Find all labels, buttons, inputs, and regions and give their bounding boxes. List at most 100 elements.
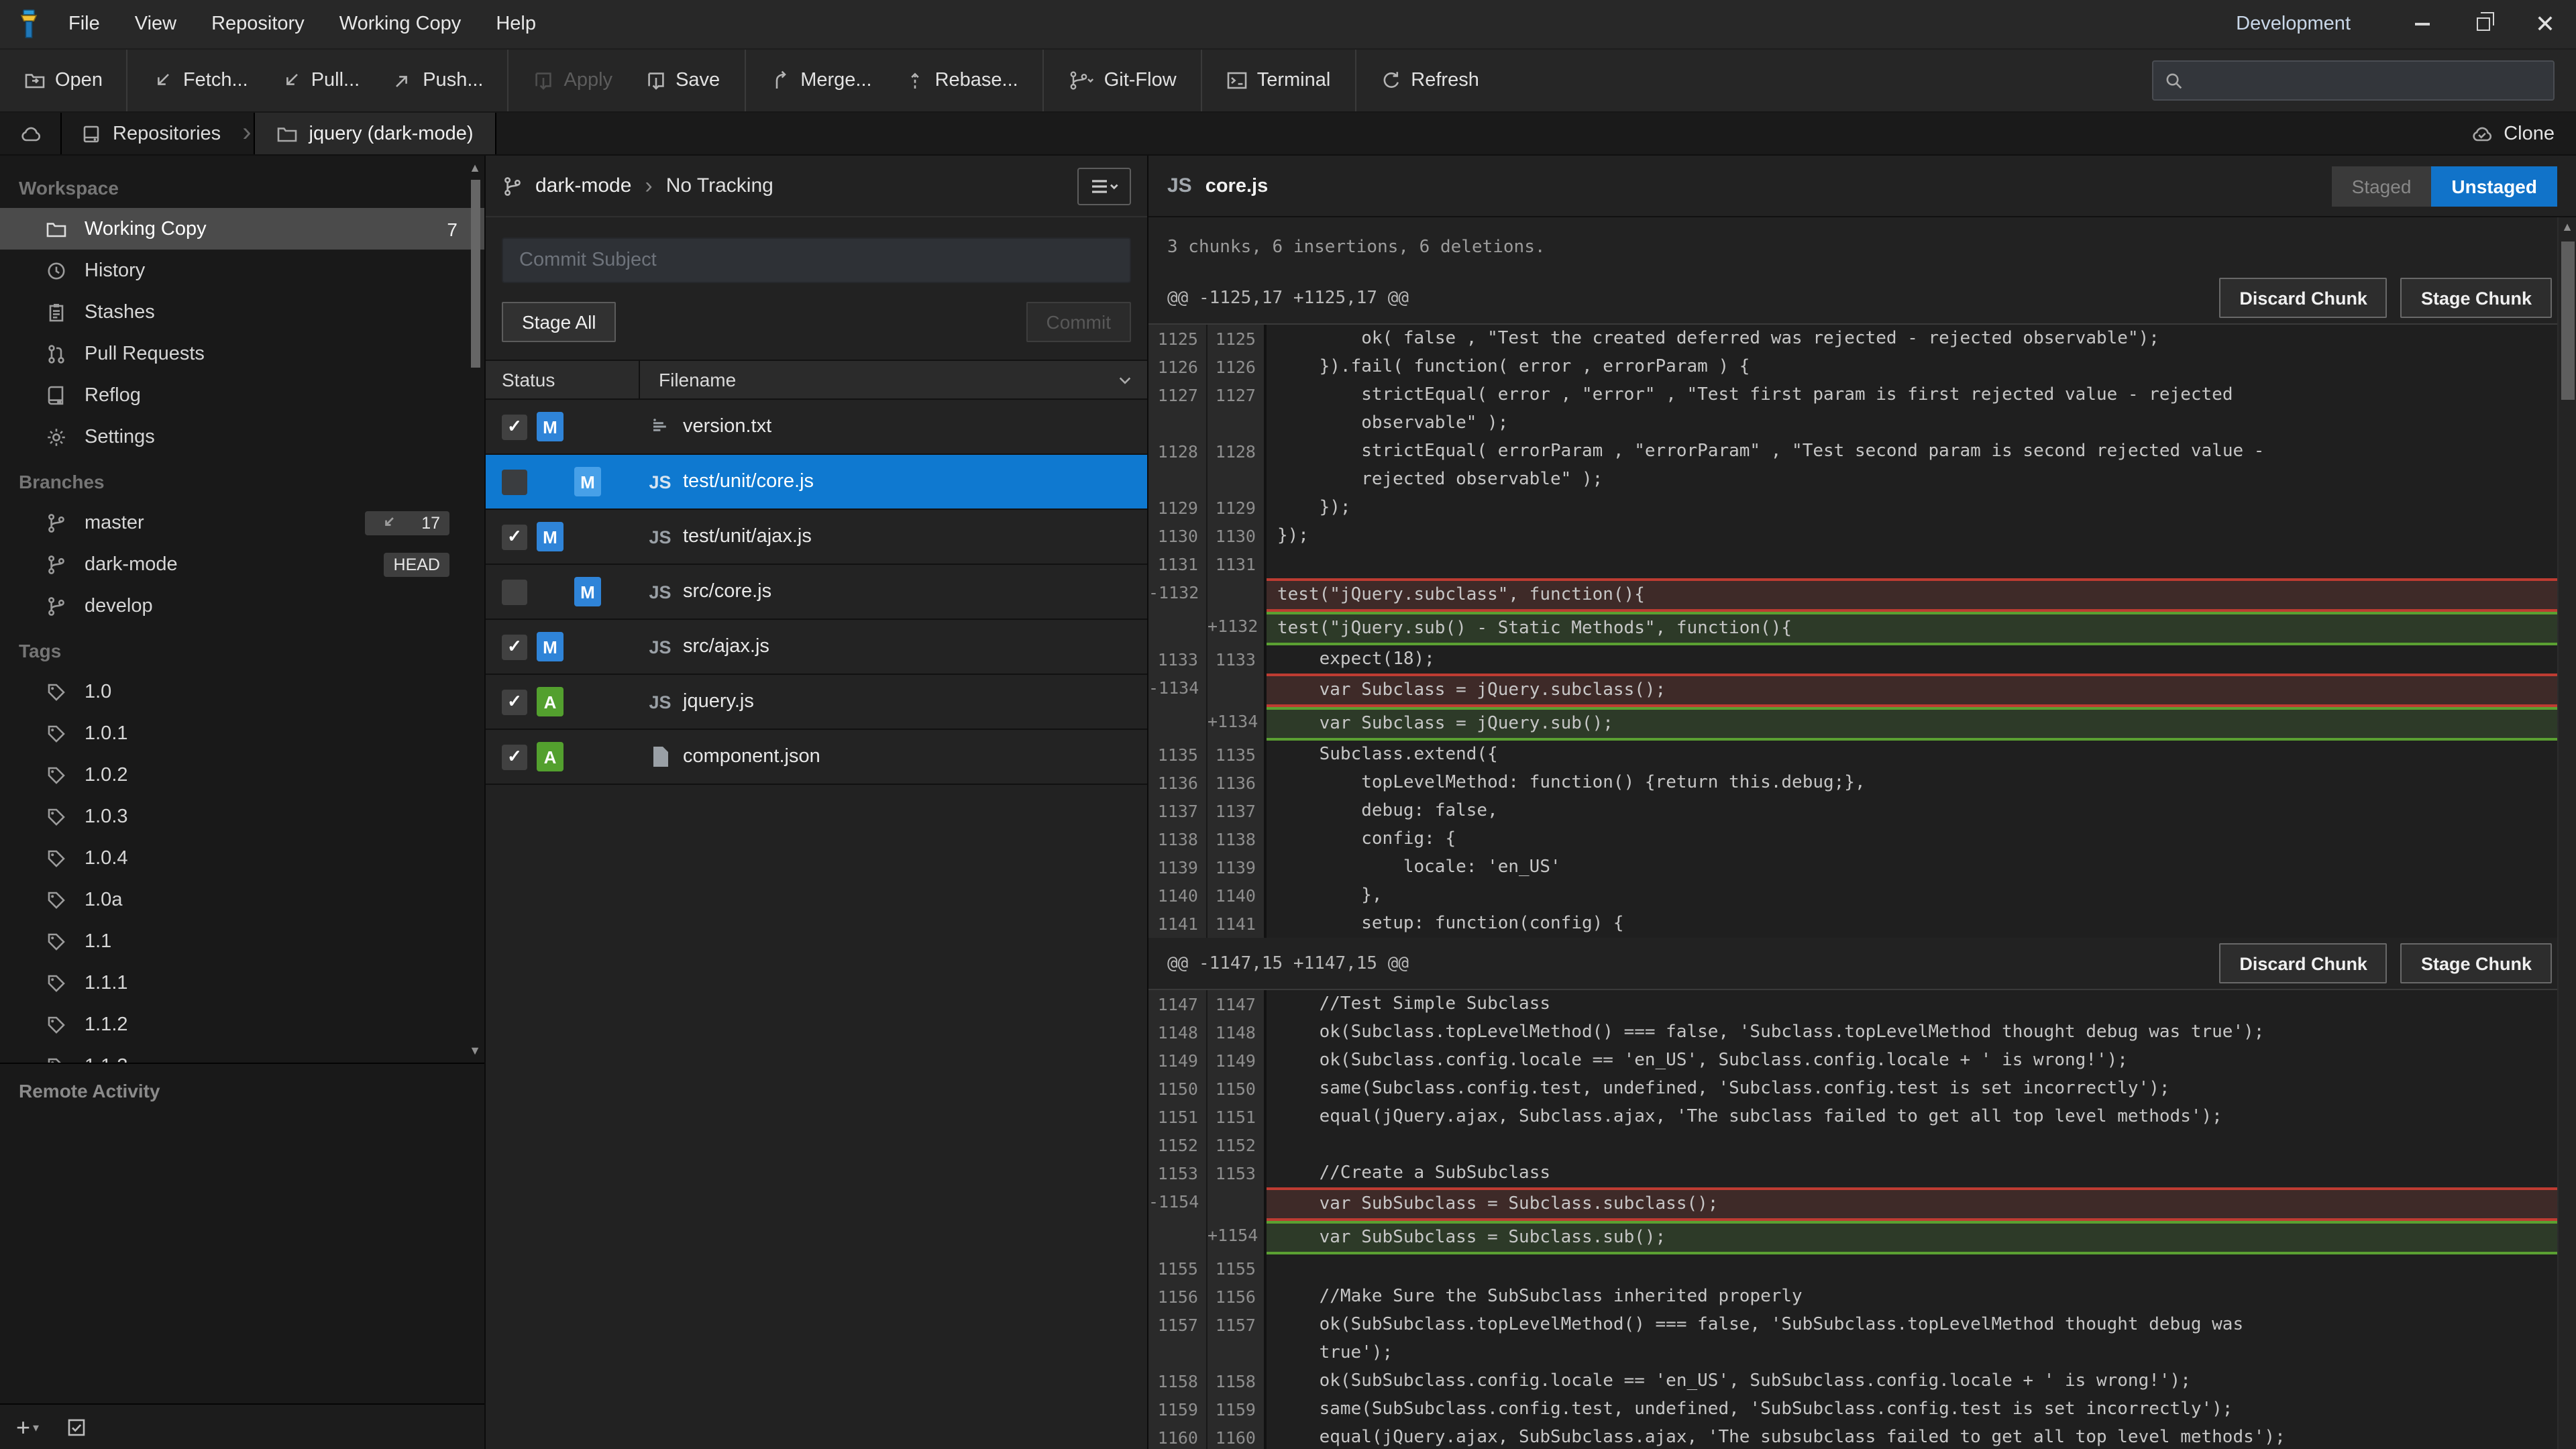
column-status[interactable]: Status bbox=[486, 361, 640, 398]
diff-scrollbar[interactable]: ▲ bbox=[2557, 217, 2576, 1449]
column-dropdown-icon[interactable] bbox=[1116, 371, 1134, 388]
sidebar-item-pull-requests[interactable]: Pull Requests bbox=[0, 333, 484, 374]
file-checkbox[interactable]: ✓ bbox=[502, 744, 527, 769]
file-row-src-core-js[interactable]: MJSsrc/core.js bbox=[486, 565, 1147, 620]
diff-line-ctx[interactable]: 11311131 bbox=[1148, 550, 2557, 578]
diff-line-ctx[interactable]: 11261126 }).fail( function( error , erro… bbox=[1148, 353, 2557, 381]
refresh-button[interactable]: Refresh bbox=[1364, 50, 1495, 111]
sidebar-item-1-0-1[interactable]: 1.0.1 bbox=[0, 712, 484, 754]
sidebar-item-1-1-3[interactable]: 1.1.3 bbox=[0, 1045, 484, 1063]
add-button[interactable]: +▾ bbox=[16, 1417, 39, 1436]
diff-line-ctx[interactable]: 11271127 strictEqual( error , "error" , … bbox=[1148, 381, 2557, 437]
file-checkbox[interactable] bbox=[502, 469, 527, 494]
file-row-test-unit-core-js[interactable]: MJStest/unit/core.js bbox=[486, 455, 1147, 510]
diff-line-ctx[interactable]: 11561156 //Make Sure the SubSubclass inh… bbox=[1148, 1283, 2557, 1311]
discard-chunk-button[interactable]: Discard Chunk bbox=[2219, 943, 2387, 983]
sidebar-item-dark-mode[interactable]: dark-modeHEAD bbox=[0, 543, 484, 585]
terminal-button[interactable]: Terminal bbox=[1210, 50, 1347, 111]
sidebar-item-master[interactable]: master17 bbox=[0, 502, 484, 543]
diff-line-ctx[interactable]: 11511151 equal(jQuery.ajax, Subclass.aja… bbox=[1148, 1103, 2557, 1131]
sidebar-item-1-0[interactable]: 1.0 bbox=[0, 671, 484, 712]
merge-button[interactable]: Merge... bbox=[753, 50, 888, 111]
staged-tab[interactable]: Staged bbox=[2332, 166, 2432, 206]
file-row-test-unit-ajax-js[interactable]: ✓MJStest/unit/ajax.js bbox=[486, 510, 1147, 565]
diff-line-add[interactable]: +1132test("jQuery.sub() - Static Methods… bbox=[1148, 612, 2557, 645]
diff-line-ctx[interactable]: 11301130}); bbox=[1148, 522, 2557, 550]
menu-item-working-copy[interactable]: Working Copy bbox=[322, 0, 479, 48]
file-row-jquery-js[interactable]: ✓AJSjquery.js bbox=[486, 675, 1147, 730]
stage-chunk-button[interactable]: Stage Chunk bbox=[2401, 278, 2552, 318]
discard-chunk-button[interactable]: Discard Chunk bbox=[2219, 278, 2387, 318]
diff-line-ctx[interactable]: 11551155 bbox=[1148, 1254, 2557, 1283]
diff-line-ctx[interactable]: 11361136 topLevelMethod: function() {ret… bbox=[1148, 769, 2557, 797]
diff-line-ctx[interactable]: 11591159 same(SubSubclass.config.test, u… bbox=[1148, 1395, 2557, 1424]
minimize-button[interactable] bbox=[2391, 0, 2453, 48]
diff-line-del[interactable]: -1154 var SubSubclass = Subclass.subclas… bbox=[1148, 1187, 2557, 1221]
diff-line-ctx[interactable]: 11601160 equal(jQuery.ajax, SubSubclass.… bbox=[1148, 1424, 2557, 1449]
menu-item-help[interactable]: Help bbox=[478, 0, 553, 48]
stage-all-button[interactable]: Stage All bbox=[502, 302, 616, 342]
diff-line-ctx[interactable]: 11291129 }); bbox=[1148, 494, 2557, 522]
diff-line-add[interactable]: +1154 var SubSubclass = Subclass.sub(); bbox=[1148, 1221, 2557, 1254]
unstaged-tab[interactable]: Unstaged bbox=[2431, 166, 2557, 206]
sidebar-item-1-1-2[interactable]: 1.1.2 bbox=[0, 1004, 484, 1045]
menu-item-repository[interactable]: Repository bbox=[194, 0, 322, 48]
file-checkbox[interactable]: ✓ bbox=[502, 524, 527, 549]
diff-scroll-up-icon[interactable]: ▲ bbox=[2559, 217, 2576, 236]
sidebar-item-1-0-4[interactable]: 1.0.4 bbox=[0, 837, 484, 879]
diff-line-ctx[interactable]: 11381138 config: { bbox=[1148, 825, 2557, 853]
tab-repositories[interactable]: Repositories bbox=[62, 113, 239, 154]
diff-line-del[interactable]: -1132test("jQuery.subclass", function(){ bbox=[1148, 578, 2557, 612]
sidebar-item-1-0-3[interactable]: 1.0.3 bbox=[0, 796, 484, 837]
diff-line-ctx[interactable]: 11281128 strictEqual( errorParam , "erro… bbox=[1148, 437, 2557, 494]
diff-line-ctx[interactable]: 11391139 locale: 'en_US' bbox=[1148, 853, 2557, 881]
sidebar-scrollbar[interactable]: ▲ ▼ bbox=[468, 161, 482, 1057]
sidebar-item-1-1-1[interactable]: 1.1.1 bbox=[0, 962, 484, 1004]
diff-line-ctx[interactable]: 11331133 expect(18); bbox=[1148, 645, 2557, 674]
sidebar-item-develop[interactable]: develop bbox=[0, 585, 484, 627]
diff-line-ctx[interactable]: 11581158 ok(SubSubclass.config.locale ==… bbox=[1148, 1367, 2557, 1395]
diff-line-ctx[interactable]: 11411141 setup: function(config) { bbox=[1148, 910, 2557, 938]
restore-button[interactable] bbox=[2453, 0, 2514, 48]
diff-line-ctx[interactable]: 11501150 same(Subclass.config.test, unde… bbox=[1148, 1075, 2557, 1103]
file-row-version-txt[interactable]: ✓Mversion.txt bbox=[486, 400, 1147, 455]
diff-line-add[interactable]: +1134 var Subclass = jQuery.sub(); bbox=[1148, 707, 2557, 741]
diff-line-ctx[interactable]: 11481148 ok(Subclass.topLevelMethod() ==… bbox=[1148, 1018, 2557, 1046]
diff-line-ctx[interactable]: 11471147 //Test Simple Subclass bbox=[1148, 990, 2557, 1018]
git-flow-button[interactable]: Git-Flow bbox=[1052, 50, 1193, 111]
search-input[interactable] bbox=[2192, 70, 2542, 91]
open-button[interactable]: Open bbox=[8, 50, 119, 111]
diff-line-ctx[interactable]: 11521152 bbox=[1148, 1131, 2557, 1159]
diff-line-ctx[interactable]: 11491149 ok(Subclass.config.locale == 'e… bbox=[1148, 1046, 2557, 1075]
fetch-button[interactable]: Fetch... bbox=[136, 50, 264, 111]
pull-button[interactable]: Pull... bbox=[264, 50, 376, 111]
file-row-component-json[interactable]: ✓Acomponent.json bbox=[486, 730, 1147, 785]
remote-accounts-button[interactable] bbox=[0, 113, 62, 154]
sidebar-item-1-1[interactable]: 1.1 bbox=[0, 920, 484, 962]
file-checkbox[interactable] bbox=[502, 579, 527, 604]
file-row-src-ajax-js[interactable]: ✓MJSsrc/ajax.js bbox=[486, 620, 1147, 675]
diff-scrollbar-thumb[interactable] bbox=[2561, 241, 2574, 400]
file-list-options-button[interactable] bbox=[1077, 167, 1131, 205]
stage-chunk-button[interactable]: Stage Chunk bbox=[2401, 943, 2552, 983]
diff-line-ctx[interactable]: 11571157 ok(SubSubclass.topLevelMethod()… bbox=[1148, 1311, 2557, 1367]
diff-line-ctx[interactable]: 11351135 Subclass.extend({ bbox=[1148, 741, 2557, 769]
file-checkbox[interactable]: ✓ bbox=[502, 414, 527, 439]
clone-button[interactable]: Clone bbox=[2450, 113, 2576, 154]
sidebar-item-stashes[interactable]: Stashes bbox=[0, 291, 484, 333]
sidebar-item-working-copy[interactable]: Working Copy7 bbox=[0, 208, 484, 250]
file-checkbox[interactable]: ✓ bbox=[502, 634, 527, 659]
rebase-button[interactable]: Rebase... bbox=[888, 50, 1034, 111]
column-filename[interactable]: Filename bbox=[640, 369, 1147, 390]
save-button[interactable]: Save bbox=[629, 50, 736, 111]
scroll-up-icon[interactable]: ▲ bbox=[468, 161, 482, 174]
diff-line-ctx[interactable]: 11371137 debug: false, bbox=[1148, 797, 2557, 825]
diff-line-ctx[interactable]: 11251125 ok( false , "Test the created d… bbox=[1148, 325, 2557, 353]
sidebar-item-1-0a[interactable]: 1.0a bbox=[0, 879, 484, 920]
menu-item-file[interactable]: File bbox=[51, 0, 117, 48]
sidebar-item-1-0-2[interactable]: 1.0.2 bbox=[0, 754, 484, 796]
push-button[interactable]: Push... bbox=[376, 50, 499, 111]
menu-item-view[interactable]: View bbox=[117, 0, 194, 48]
commit-subject-input[interactable] bbox=[503, 239, 1130, 282]
tab-repo-jquery[interactable]: jquery (dark-mode) bbox=[254, 113, 496, 154]
